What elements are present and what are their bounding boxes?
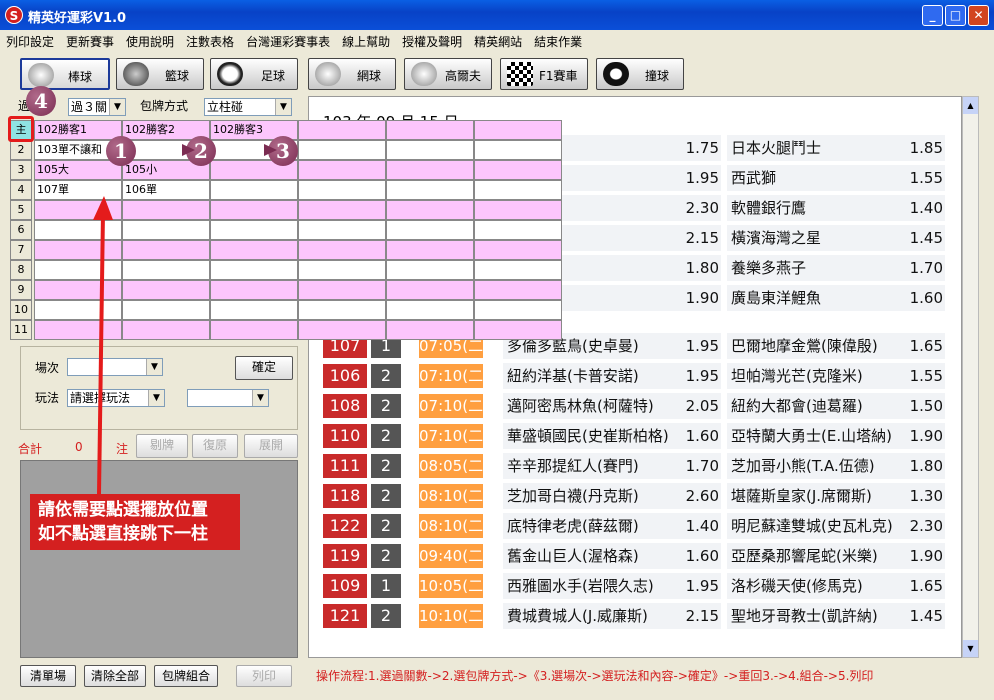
red-arrow-head <box>93 196 113 220</box>
red-arrow-shaft <box>97 211 105 495</box>
annotation-callout: 請依需要點選擺放位置 如不點選直接跳下一柱 <box>30 494 240 550</box>
arrow-overlay <box>93 144 277 495</box>
arrow-1-2-icon <box>182 144 195 156</box>
callout-line-2: 如不點選直接跳下一柱 <box>38 524 208 544</box>
callout-line-1: 請依需要點選擺放位置 <box>38 500 208 520</box>
arrow-2-3-icon <box>264 144 277 156</box>
